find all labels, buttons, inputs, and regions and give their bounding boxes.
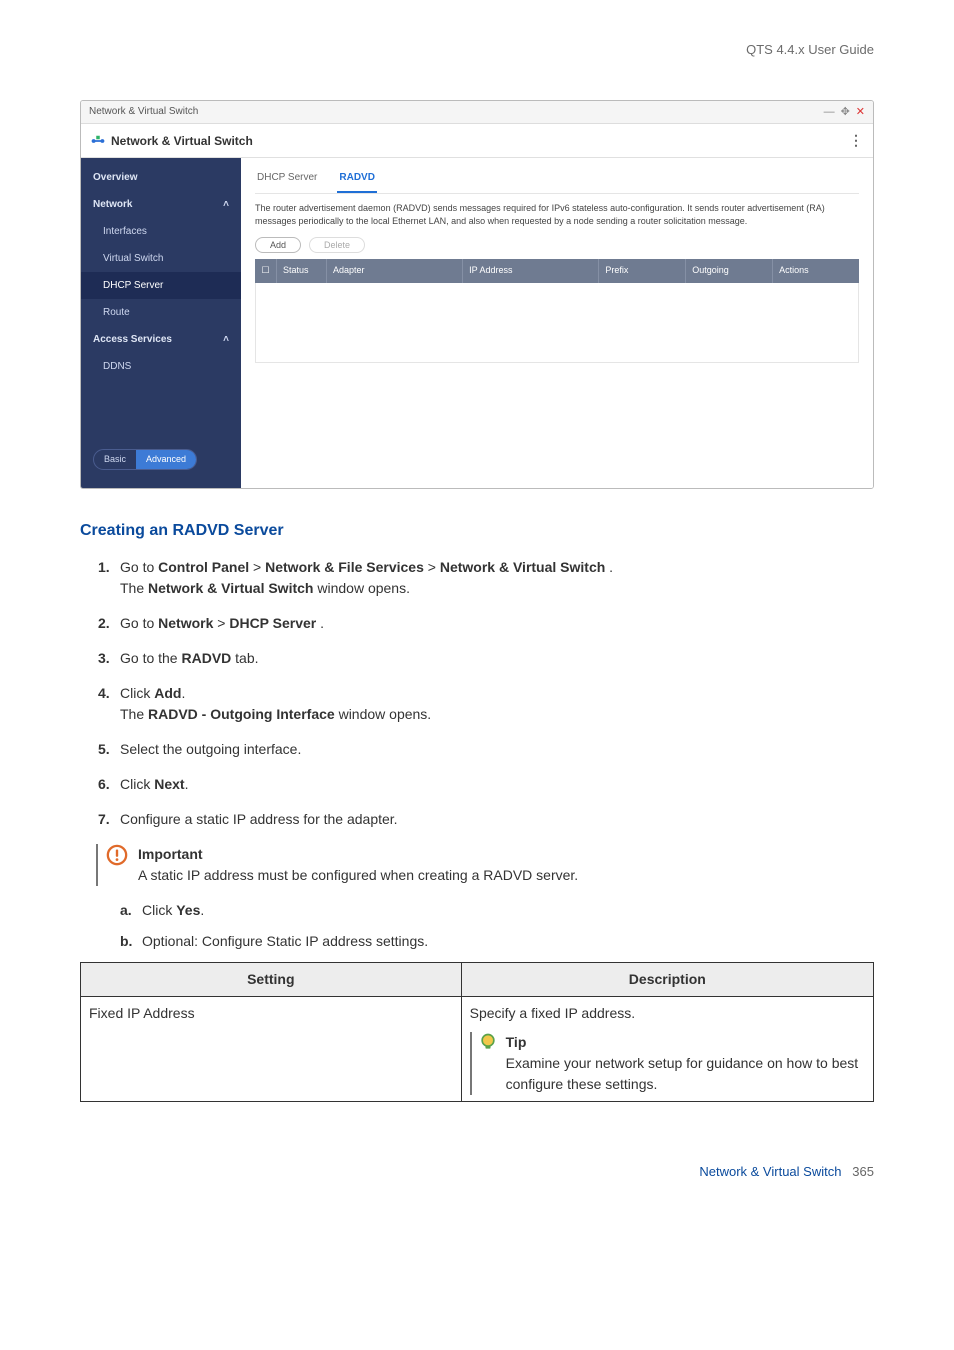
tab-dhcp-server[interactable]: DHCP Server: [255, 166, 319, 193]
table-row: Fixed IP Address Specify a fixed IP addr…: [81, 997, 874, 1102]
table-body-empty: [255, 283, 859, 363]
col-outgoing: Outgoing: [686, 259, 773, 283]
col-status: Status: [277, 259, 327, 283]
tip-text: Examine your network setup for guidance …: [506, 1053, 865, 1095]
sidebar-overview[interactable]: Overview: [81, 164, 241, 191]
app-icon: [91, 134, 105, 148]
sidebar-access-services[interactable]: Access Services ˄: [81, 326, 241, 353]
sidebar: Overview Network ˄ Interfaces Virtual Sw…: [81, 158, 241, 488]
important-callout: Important A static IP address must be co…: [96, 844, 874, 886]
sidebar-virtual-switch[interactable]: Virtual Switch: [81, 245, 241, 272]
chevron-up-icon: ˄: [223, 332, 229, 347]
app-window: Network & Virtual Switch — ✥ ✕ Network &…: [80, 100, 874, 490]
table-header: ☐ Status Adapter IP Address Prefix Outgo…: [255, 259, 859, 283]
window-controls: — ✥ ✕: [824, 104, 865, 121]
footer-page: 365: [852, 1164, 874, 1179]
guide-title: QTS 4.4.x User Guide: [80, 40, 874, 60]
cell-setting: Fixed IP Address: [81, 997, 462, 1102]
window-title: Network & Virtual Switch: [89, 104, 198, 119]
content-area: DHCP Server RADVD The router advertiseme…: [241, 158, 873, 488]
step-6: 6. Click Next.: [98, 774, 874, 795]
substep-b: b. Optional: Configure Static IP address…: [120, 931, 874, 952]
sidebar-network[interactable]: Network ˄: [81, 191, 241, 218]
sidebar-interfaces[interactable]: Interfaces: [81, 218, 241, 245]
tab-radvd[interactable]: RADVD: [337, 166, 377, 193]
toggle-advanced[interactable]: Advanced: [136, 450, 196, 470]
important-title: Important: [138, 844, 578, 865]
settings-table: Setting Description Fixed IP Address Spe…: [80, 962, 874, 1102]
sidebar-access-label: Access Services: [93, 332, 172, 347]
col-adapter: Adapter: [327, 259, 463, 283]
app-title: Network & Virtual Switch: [111, 132, 253, 150]
col-prefix: Prefix: [599, 259, 686, 283]
minimize-icon[interactable]: —: [824, 104, 835, 121]
important-icon: [106, 844, 128, 866]
th-setting: Setting: [81, 963, 462, 997]
tip-icon: [478, 1032, 498, 1052]
sidebar-dhcp-server[interactable]: DHCP Server: [81, 272, 241, 299]
tip-title: Tip: [506, 1032, 865, 1053]
step-7: 7. Configure a static IP address for the…: [98, 809, 874, 830]
cell-description: Specify a fixed IP address. Tip Examine …: [461, 997, 873, 1102]
close-icon[interactable]: ✕: [856, 104, 865, 121]
radvd-description: The router advertisement daemon (RADVD) …: [255, 202, 859, 227]
col-checkbox[interactable]: ☐: [255, 259, 277, 283]
add-button[interactable]: Add: [255, 237, 301, 253]
step-5: 5. Select the outgoing interface.: [98, 739, 874, 760]
step-3: 3. Go to the RADVD tab.: [98, 648, 874, 669]
step-1: 1. Go to Control Panel > Network & File …: [98, 557, 874, 599]
th-description: Description: [461, 963, 873, 997]
delete-button[interactable]: Delete: [309, 237, 365, 253]
sidebar-route[interactable]: Route: [81, 299, 241, 326]
col-ip: IP Address: [463, 259, 599, 283]
toggle-basic[interactable]: Basic: [94, 450, 136, 470]
col-actions: Actions: [773, 259, 859, 283]
sidebar-network-label: Network: [93, 197, 132, 212]
expand-icon[interactable]: ✥: [841, 104, 850, 121]
more-icon[interactable]: ⋮: [849, 130, 863, 151]
substep-a: a. Click Yes.: [120, 900, 874, 921]
step-4: 4. Click Add. The RADVD - Outgoing Inter…: [98, 683, 874, 725]
mode-toggle[interactable]: Basic Advanced: [93, 449, 197, 471]
footer-section: Network & Virtual Switch: [699, 1164, 841, 1179]
step-2: 2. Go to Network > DHCP Server .: [98, 613, 874, 634]
important-text: A static IP address must be configured w…: [138, 865, 578, 886]
sidebar-ddns[interactable]: DDNS: [81, 353, 241, 380]
section-heading: Creating an RADVD Server: [80, 519, 874, 543]
chevron-up-icon: ˄: [223, 197, 229, 212]
page-footer: Network & Virtual Switch 365: [80, 1162, 874, 1182]
tip-callout: Tip Examine your network setup for guida…: [470, 1032, 865, 1095]
